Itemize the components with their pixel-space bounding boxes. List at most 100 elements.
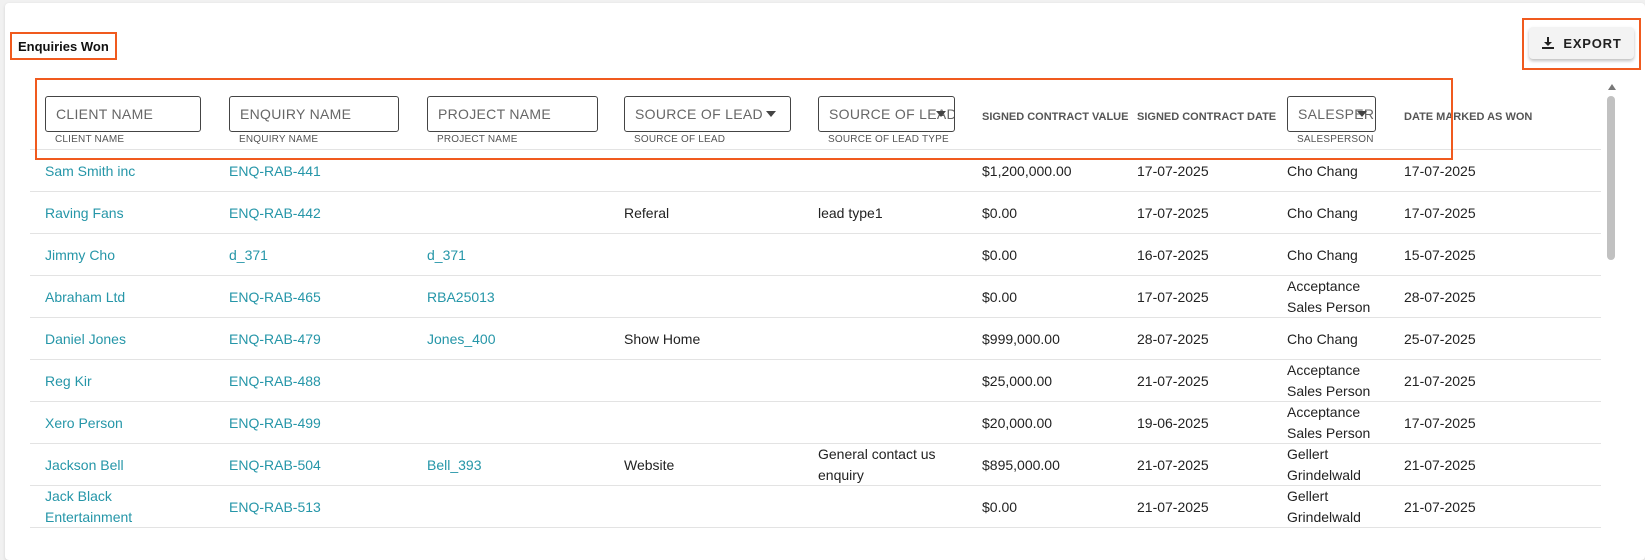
cell-client-name[interactable]: Sam Smith inc bbox=[45, 161, 135, 182]
cell-signed-contract-value: $0.00 bbox=[982, 204, 1018, 221]
cell-client-name[interactable]: Entertainment bbox=[45, 507, 132, 528]
cell-client-name[interactable]: Abraham Ltd bbox=[45, 287, 125, 308]
row-divider bbox=[30, 527, 1601, 528]
cell-enquiry-name[interactable]: ENQ-RAB-499 bbox=[229, 413, 321, 434]
cell-enquiry-name[interactable]: ENQ-RAB-488 bbox=[229, 371, 321, 392]
cell-enquiry-name[interactable]: ENQ-RAB-442 bbox=[229, 203, 321, 224]
cell-client-name[interactable]: Xero Person bbox=[45, 413, 123, 434]
source-of-lead-type-select[interactable]: SOURCE OF LEAD bbox=[818, 96, 955, 132]
source-of-lead-placeholder: SOURCE OF LEAD bbox=[635, 106, 763, 122]
enquiry-name-filter[interactable]: ENQUIRY NAME bbox=[229, 96, 399, 132]
row-divider bbox=[30, 359, 1601, 360]
cell-signed-contract-date: 21-07-2025 bbox=[1137, 498, 1209, 515]
cell-enquiry-name[interactable]: ENQ-RAB-513 bbox=[229, 497, 321, 518]
client-name-placeholder: CLIENT NAME bbox=[56, 106, 154, 122]
cell-date-marked-as-won: 28-07-2025 bbox=[1404, 288, 1476, 305]
cell-enquiry-name[interactable]: ENQ-RAB-441 bbox=[229, 161, 321, 182]
source-of-lead-select[interactable]: SOURCE OF LEAD bbox=[624, 96, 791, 132]
salesperson-select[interactable]: SALESPERSON bbox=[1287, 96, 1376, 132]
cell-salesperson: Cho Chang bbox=[1287, 246, 1358, 263]
cell-salesperson: Grindelwald bbox=[1287, 467, 1361, 483]
cell-project-name[interactable]: Jones_400 bbox=[427, 329, 496, 350]
page-title-box: Enquiries Won bbox=[10, 32, 117, 60]
header-date-marked-as-won[interactable]: DATE MARKED AS WON bbox=[1404, 111, 1532, 123]
cell-salesperson: Acceptance bbox=[1287, 362, 1361, 378]
cell-signed-contract-value: $25,000.00 bbox=[982, 372, 1053, 389]
chevron-down-icon bbox=[766, 111, 776, 117]
cell-source-of-lead-type: General contact us bbox=[818, 446, 936, 462]
cell-signed-contract-value: $999,000.00 bbox=[982, 330, 1060, 347]
cell-source-of-lead: Website bbox=[624, 456, 675, 473]
source-of-lead-hint: SOURCE OF LEAD bbox=[634, 134, 726, 145]
scroll-up-arrow-icon[interactable] bbox=[1608, 84, 1616, 90]
row-divider bbox=[30, 443, 1601, 444]
cell-enquiry-name[interactable]: d_371 bbox=[229, 245, 268, 266]
cell-salesperson: Cho Chang bbox=[1287, 162, 1358, 179]
cell-client-name[interactable]: Jimmy Cho bbox=[45, 245, 115, 266]
download-icon bbox=[1542, 37, 1555, 49]
cell-signed-contract-value: $0.00 bbox=[982, 288, 1018, 305]
enquiry-name-placeholder: ENQUIRY NAME bbox=[240, 106, 352, 122]
row-divider bbox=[30, 485, 1601, 486]
project-name-filter[interactable]: PROJECT NAME bbox=[427, 96, 598, 132]
chevron-down-icon bbox=[936, 111, 946, 117]
enquiry-name-hint: ENQUIRY NAME bbox=[239, 134, 319, 145]
cell-salesperson: Sales Person bbox=[1287, 383, 1371, 399]
cell-signed-contract-date: 16-07-2025 bbox=[1137, 246, 1209, 263]
cell-signed-contract-date: 17-07-2025 bbox=[1137, 162, 1209, 179]
cell-salesperson: Cho Chang bbox=[1287, 330, 1358, 347]
row-divider bbox=[30, 275, 1601, 276]
cell-source-of-lead: Show Home bbox=[624, 330, 701, 347]
header-signed-contract-value[interactable]: SIGNED CONTRACT VALUE bbox=[982, 111, 1128, 123]
page-title: Enquiries Won bbox=[18, 38, 109, 54]
cell-enquiry-name[interactable]: ENQ-RAB-504 bbox=[229, 455, 321, 476]
cell-enquiry-name[interactable]: ENQ-RAB-479 bbox=[229, 329, 321, 350]
cell-salesperson: Gellert bbox=[1287, 488, 1329, 504]
cell-client-name[interactable]: Jack Black bbox=[45, 486, 112, 507]
project-name-placeholder: PROJECT NAME bbox=[438, 106, 552, 122]
client-name-filter[interactable]: CLIENT NAME bbox=[45, 96, 201, 132]
cell-date-marked-as-won: 17-07-2025 bbox=[1404, 204, 1476, 221]
cell-date-marked-as-won: 15-07-2025 bbox=[1404, 246, 1476, 263]
source-of-lead-type-hint: SOURCE OF LEAD TYPE bbox=[828, 134, 949, 145]
export-button[interactable]: EXPORT bbox=[1529, 27, 1634, 59]
client-name-hint: CLIENT NAME bbox=[55, 134, 125, 145]
cell-project-name[interactable]: RBA25013 bbox=[427, 287, 495, 308]
cell-salesperson: Grindelwald bbox=[1287, 509, 1361, 525]
scrollbar-thumb[interactable] bbox=[1607, 96, 1615, 260]
cell-project-name[interactable]: d_371 bbox=[427, 245, 466, 266]
cell-signed-contract-date: 28-07-2025 bbox=[1137, 330, 1209, 347]
salesperson-hint: SALESPERSON bbox=[1297, 134, 1374, 145]
cell-salesperson: Gellert bbox=[1287, 446, 1329, 462]
cell-date-marked-as-won: 21-07-2025 bbox=[1404, 456, 1476, 473]
cell-signed-contract-value: $0.00 bbox=[982, 246, 1018, 263]
cell-date-marked-as-won: 21-07-2025 bbox=[1404, 372, 1476, 389]
cell-salesperson: Sales Person bbox=[1287, 425, 1371, 441]
cell-project-name[interactable]: Bell_393 bbox=[427, 455, 482, 476]
cell-date-marked-as-won: 25-07-2025 bbox=[1404, 330, 1476, 347]
cell-signed-contract-date: 21-07-2025 bbox=[1137, 372, 1209, 389]
cell-salesperson: Acceptance bbox=[1287, 278, 1361, 294]
cell-salesperson: Sales Person bbox=[1287, 299, 1371, 315]
row-divider bbox=[30, 191, 1601, 192]
cell-signed-contract-date: 19-06-2025 bbox=[1137, 414, 1209, 431]
cell-signed-contract-value: $895,000.00 bbox=[982, 456, 1060, 473]
cell-date-marked-as-won: 21-07-2025 bbox=[1404, 498, 1476, 515]
cell-enquiry-name[interactable]: ENQ-RAB-465 bbox=[229, 287, 321, 308]
cell-client-name[interactable]: Reg Kir bbox=[45, 371, 92, 392]
row-divider bbox=[30, 317, 1601, 318]
cell-source-of-lead: Referal bbox=[624, 204, 670, 221]
cell-client-name[interactable]: Daniel Jones bbox=[45, 329, 126, 350]
export-label: EXPORT bbox=[1563, 35, 1622, 51]
project-name-hint: PROJECT NAME bbox=[437, 134, 518, 145]
row-divider bbox=[30, 233, 1601, 234]
cell-client-name[interactable]: Jackson Bell bbox=[45, 455, 124, 476]
cell-signed-contract-value: $0.00 bbox=[982, 498, 1018, 515]
cell-client-name[interactable]: Raving Fans bbox=[45, 203, 124, 224]
cell-signed-contract-value: $1,200,000.00 bbox=[982, 162, 1072, 179]
chevron-down-icon bbox=[1357, 111, 1367, 117]
cell-date-marked-as-won: 17-07-2025 bbox=[1404, 414, 1476, 431]
cell-source-of-lead-type: enquiry bbox=[818, 467, 864, 483]
cell-signed-contract-value: $20,000.00 bbox=[982, 414, 1053, 431]
header-signed-contract-date[interactable]: SIGNED CONTRACT DATE bbox=[1137, 111, 1276, 123]
